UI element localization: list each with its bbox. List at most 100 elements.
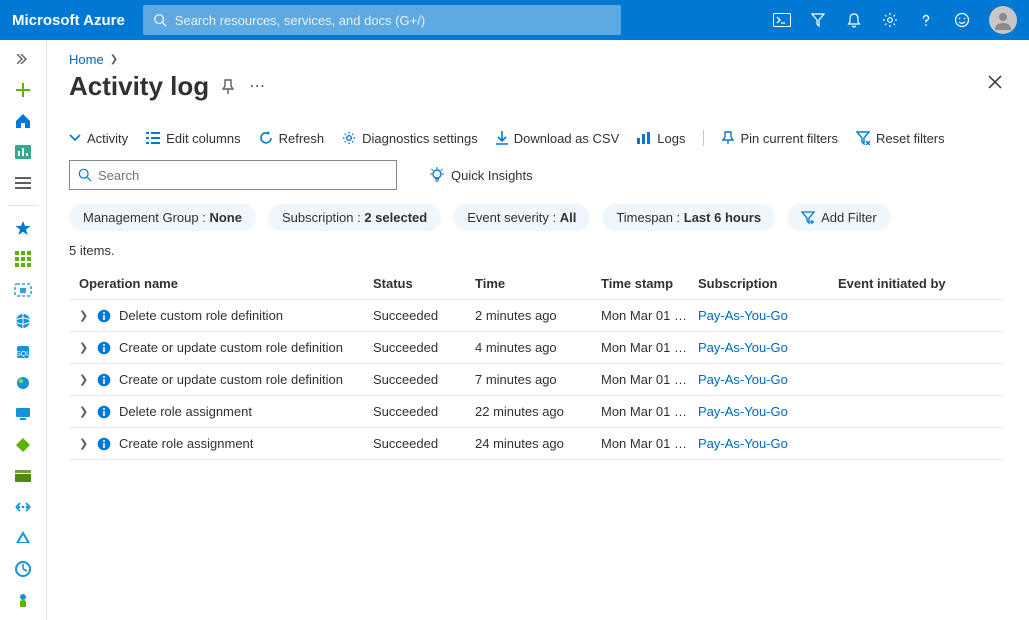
table-row[interactable]: ❯Create role assignmentSucceeded24 minut… bbox=[69, 428, 1005, 460]
cell-operation: Create or update custom role definition bbox=[119, 340, 343, 355]
feedback-icon[interactable] bbox=[953, 11, 971, 29]
virtual-machines-icon[interactable] bbox=[9, 403, 37, 425]
logs-button[interactable]: Logs bbox=[637, 131, 685, 146]
load-balancers-icon[interactable] bbox=[9, 434, 37, 456]
azure-ad-icon[interactable] bbox=[9, 527, 37, 549]
notifications-icon[interactable] bbox=[845, 11, 863, 29]
dashboard-icon[interactable] bbox=[9, 141, 37, 163]
download-csv-label: Download as CSV bbox=[514, 131, 620, 146]
edit-columns-button[interactable]: Edit columns bbox=[146, 131, 240, 146]
top-bar: Microsoft Azure Search resources, servic… bbox=[0, 0, 1029, 40]
svg-text:SQL: SQL bbox=[16, 351, 30, 358]
favorites-star-icon[interactable] bbox=[9, 217, 37, 239]
pill-timespan[interactable]: Timespan : Last 6 hours bbox=[602, 204, 775, 231]
quick-insights-button[interactable]: Quick Insights bbox=[429, 167, 533, 183]
rail-separator bbox=[8, 205, 38, 206]
breadcrumb-home[interactable]: Home bbox=[69, 52, 104, 67]
table-row[interactable]: ❯Create or update custom role definition… bbox=[69, 364, 1005, 396]
toolbar-separator bbox=[703, 130, 704, 146]
pill-management-group[interactable]: Management Group : None bbox=[69, 204, 256, 231]
cell-operation: Create role assignment bbox=[119, 436, 253, 451]
storage-accounts-icon[interactable] bbox=[9, 465, 37, 487]
cell-timestamp: Mon Mar 01 … bbox=[601, 436, 698, 451]
expand-rail-icon[interactable] bbox=[10, 48, 38, 70]
chevron-right-icon[interactable]: ❯ bbox=[79, 373, 89, 386]
activity-dropdown[interactable]: Activity bbox=[69, 131, 128, 146]
sql-databases-icon[interactable]: SQL bbox=[9, 341, 37, 363]
pin-filters-button[interactable]: Pin current filters bbox=[722, 131, 838, 146]
pin-filter-icon bbox=[722, 131, 734, 145]
edit-columns-label: Edit columns bbox=[166, 131, 240, 146]
gear-icon bbox=[342, 131, 356, 145]
cosmos-db-icon[interactable] bbox=[9, 372, 37, 394]
pill-subscription[interactable]: Subscription : 2 selected bbox=[268, 204, 441, 231]
avatar[interactable] bbox=[989, 6, 1017, 34]
chevron-right-icon: ❯ bbox=[110, 54, 118, 65]
chevron-right-icon[interactable]: ❯ bbox=[79, 309, 89, 322]
cell-subscription-link[interactable]: Pay-As-You-Go bbox=[698, 436, 788, 451]
grid-search-input[interactable] bbox=[98, 168, 388, 183]
col-header-initiated[interactable]: Event initiated by bbox=[838, 276, 1005, 291]
cell-status: Succeeded bbox=[373, 372, 475, 387]
pill-severity[interactable]: Event severity : All bbox=[453, 204, 590, 231]
table-row[interactable]: ❯ Create or update custom role definition… bbox=[69, 332, 1005, 364]
virtual-networks-icon[interactable] bbox=[9, 496, 37, 518]
cell-subscription-link[interactable]: Pay-As-You-Go bbox=[698, 372, 788, 387]
pill-add-filter[interactable]: Add Filter bbox=[787, 204, 891, 231]
table-row[interactable]: ❯Delete role assignmentSucceeded22 minut… bbox=[69, 396, 1005, 428]
cell-time: 2 minutes ago bbox=[475, 308, 601, 323]
cell-status: Succeeded bbox=[373, 308, 475, 323]
top-tools bbox=[773, 6, 1017, 34]
resource-groups-icon[interactable] bbox=[9, 279, 37, 301]
cell-timestamp: Mon Mar 01 … bbox=[601, 404, 698, 419]
cell-operation: Delete custom role definition bbox=[119, 308, 283, 323]
cell-timestamp: Mon Mar 01 … bbox=[601, 308, 698, 323]
logs-icon bbox=[637, 132, 651, 144]
pin-filters-label: Pin current filters bbox=[740, 131, 838, 146]
col-header-time[interactable]: Time bbox=[475, 276, 601, 291]
all-resources-icon[interactable] bbox=[9, 248, 37, 270]
close-icon[interactable] bbox=[987, 74, 1003, 90]
monitor-icon[interactable] bbox=[9, 558, 37, 580]
all-services-icon[interactable] bbox=[9, 172, 37, 194]
main-content: Home ❯ Activity log ⋯ Activity Edit colu… bbox=[47, 40, 1029, 620]
app-services-icon[interactable] bbox=[9, 310, 37, 332]
reset-filter-icon bbox=[856, 131, 870, 145]
table-row[interactable]: ❯ Delete custom role definition Succeeded2… bbox=[69, 300, 1005, 332]
lightbulb-icon bbox=[429, 167, 445, 183]
home-icon[interactable] bbox=[9, 110, 37, 132]
col-header-operation[interactable]: Operation name bbox=[69, 276, 373, 291]
grid-search[interactable] bbox=[69, 160, 397, 190]
more-icon[interactable]: ⋯ bbox=[249, 83, 267, 91]
info-icon bbox=[97, 341, 111, 355]
cell-subscription-link[interactable]: Pay-As-You-Go bbox=[698, 404, 788, 419]
activity-grid: Operation name Status Time Time stamp Su… bbox=[69, 268, 1005, 460]
global-search-placeholder: Search resources, services, and docs (G+… bbox=[175, 13, 425, 28]
advisor-icon[interactable] bbox=[9, 589, 37, 611]
help-icon[interactable] bbox=[917, 11, 935, 29]
chevron-right-icon[interactable]: ❯ bbox=[79, 405, 89, 418]
chevron-right-icon[interactable]: ❯ bbox=[79, 341, 89, 354]
cell-subscription-link[interactable]: Pay-As-You-Go bbox=[698, 308, 788, 323]
col-header-subscription[interactable]: Subscription bbox=[698, 276, 838, 291]
directory-filter-icon[interactable] bbox=[809, 11, 827, 29]
refresh-button[interactable]: Refresh bbox=[259, 131, 325, 146]
cloud-shell-icon[interactable] bbox=[773, 11, 791, 29]
settings-icon[interactable] bbox=[881, 11, 899, 29]
page-title: Activity log bbox=[69, 71, 209, 102]
global-search[interactable]: Search resources, services, and docs (G+… bbox=[143, 5, 621, 35]
grid-header: Operation name Status Time Time stamp Su… bbox=[69, 268, 1005, 300]
cell-subscription-link[interactable]: Pay-As-You-Go bbox=[698, 340, 788, 355]
pin-icon[interactable] bbox=[221, 79, 235, 95]
cell-time: 24 minutes ago bbox=[475, 436, 601, 451]
diagnostics-button[interactable]: Diagnostics settings bbox=[342, 131, 478, 146]
cell-timestamp: Mon Mar 01 … bbox=[601, 372, 698, 387]
col-header-timestamp[interactable]: Time stamp bbox=[601, 276, 698, 291]
left-rail: SQL bbox=[0, 40, 47, 620]
create-resource-icon[interactable] bbox=[9, 79, 37, 101]
reset-filters-button[interactable]: Reset filters bbox=[856, 131, 945, 146]
col-header-status[interactable]: Status bbox=[373, 276, 475, 291]
refresh-icon bbox=[259, 131, 273, 145]
download-csv-button[interactable]: Download as CSV bbox=[496, 131, 620, 146]
chevron-right-icon[interactable]: ❯ bbox=[79, 437, 89, 450]
